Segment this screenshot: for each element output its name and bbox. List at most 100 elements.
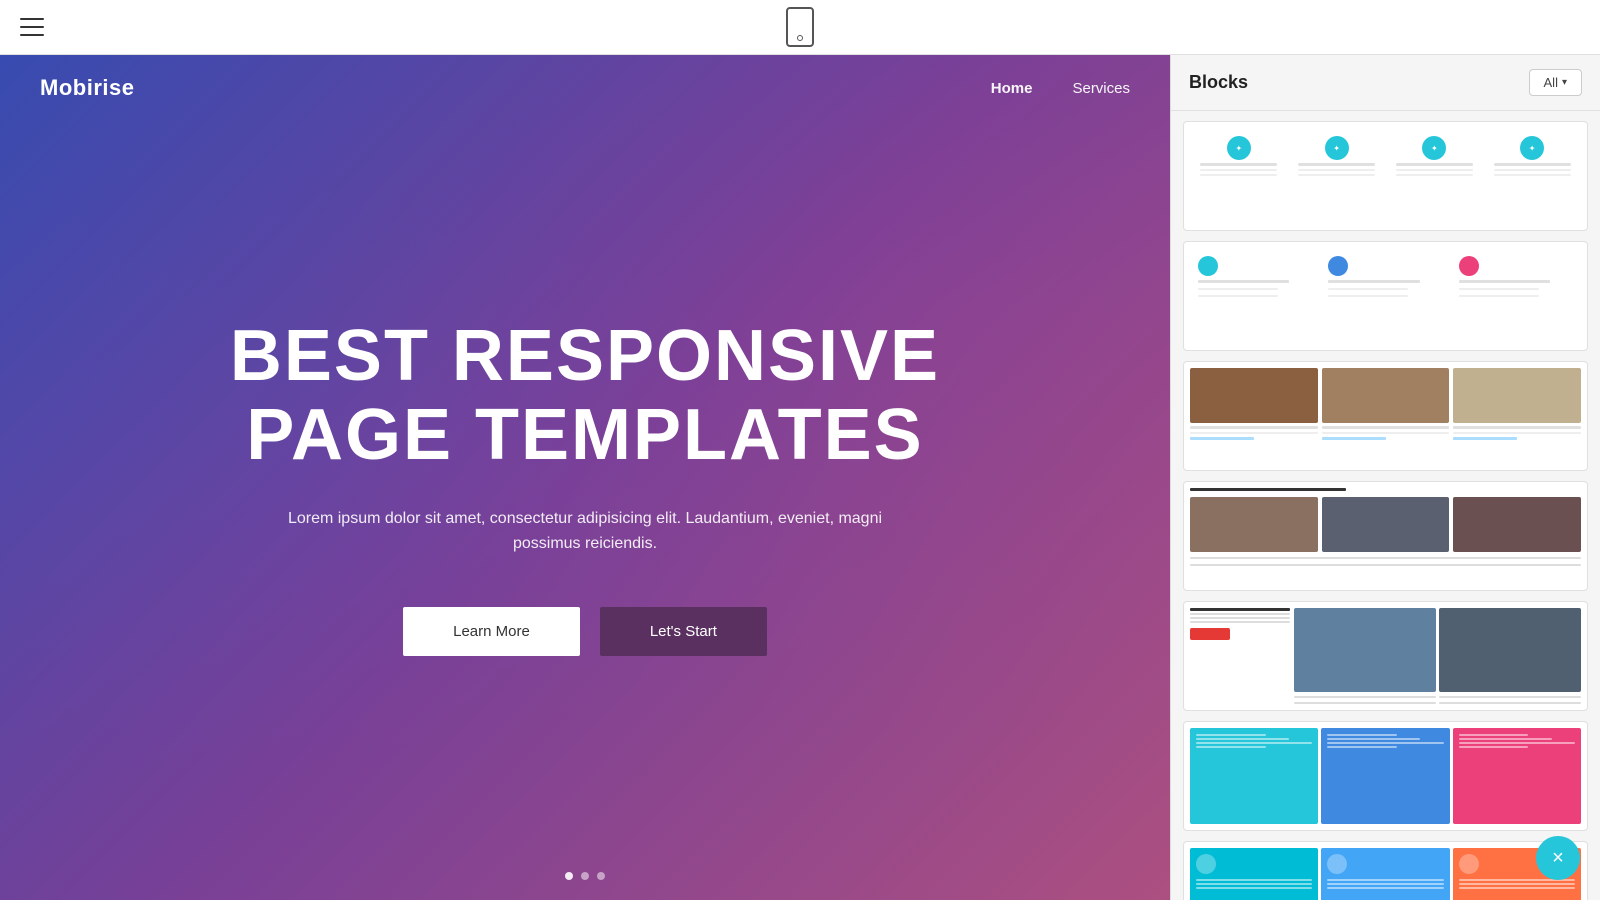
- bc7-col1: [1190, 848, 1318, 900]
- bc7-l9: [1459, 887, 1575, 889]
- bc6-l10: [1459, 738, 1552, 740]
- bc7-l1: [1196, 879, 1312, 881]
- toolbar: [0, 0, 1600, 55]
- bc6-col1: [1190, 728, 1318, 824]
- hero-section: Mobirise Home Services BEST RESPONSIVE P…: [0, 55, 1170, 900]
- toolbar-left: [20, 18, 44, 36]
- bc6-l5: [1327, 734, 1397, 736]
- hamburger-menu-icon[interactable]: [20, 18, 44, 36]
- block-card-news[interactable]: [1183, 601, 1588, 711]
- block-preview-3: [1184, 362, 1587, 470]
- bc1-icon2: [1325, 136, 1349, 160]
- bc6-l8: [1327, 746, 1397, 748]
- sidebar: Blocks All: [1170, 55, 1600, 900]
- nav-link-services[interactable]: Services: [1072, 80, 1130, 97]
- bc2-line4: [1328, 280, 1419, 283]
- bc2-line1: [1198, 280, 1289, 283]
- hero-nav: Mobirise Home Services: [0, 55, 1170, 121]
- bc2-col3: [1453, 250, 1579, 342]
- bc2-line3: [1198, 295, 1278, 297]
- bc1-line8: [1396, 169, 1473, 171]
- bc1-col3: [1388, 130, 1482, 222]
- bc3-card2: [1322, 368, 1450, 440]
- dot-3[interactable]: [597, 872, 605, 880]
- bc2-dot2: [1328, 256, 1348, 276]
- bc1-line1: [1200, 163, 1277, 166]
- block-card-colorful-sections[interactable]: [1183, 841, 1588, 900]
- bc4-img3: [1453, 497, 1581, 552]
- bc2-dot1: [1198, 256, 1218, 276]
- bc7-l4: [1327, 879, 1443, 881]
- bc7-icon2: [1327, 854, 1347, 874]
- block-card-features-dots[interactable]: [1183, 241, 1588, 351]
- bc1-col1: [1192, 130, 1286, 222]
- bc6-l3: [1196, 742, 1312, 744]
- bc2-col2: [1322, 250, 1448, 342]
- filter-all-button[interactable]: All: [1529, 69, 1582, 96]
- bc1-line6: [1298, 174, 1375, 176]
- bc2-line7: [1459, 280, 1550, 283]
- block-card-colored-columns[interactable]: [1183, 721, 1588, 831]
- bc1-line2: [1200, 169, 1277, 171]
- bc7-col2: [1321, 848, 1449, 900]
- bc1-col2: [1290, 130, 1384, 222]
- bc6-l9: [1459, 734, 1529, 736]
- bc5-col2: [1439, 608, 1581, 704]
- nav-links: Home Services: [991, 80, 1130, 97]
- bc7-icon3: [1459, 854, 1479, 874]
- bc4-img1: [1190, 497, 1318, 552]
- bc5-right: [1294, 608, 1581, 704]
- bc3-card3: [1453, 368, 1581, 440]
- bc5-img2: [1439, 608, 1581, 692]
- bc6-l12: [1459, 746, 1529, 748]
- bc6-l7: [1327, 742, 1443, 744]
- bc6-l2: [1196, 738, 1289, 740]
- learn-more-button[interactable]: Learn More: [403, 607, 580, 656]
- dot-2[interactable]: [581, 872, 589, 880]
- bc1-line5: [1298, 169, 1375, 171]
- bc3-link2: [1322, 437, 1386, 440]
- bc6-col2: [1321, 728, 1449, 824]
- bc4-line1: [1190, 557, 1581, 559]
- dot-1[interactable]: [565, 872, 573, 880]
- block-preview-6: [1184, 722, 1587, 830]
- hero-content: BEST RESPONSIVE PAGE TEMPLATES Lorem ips…: [0, 121, 1170, 852]
- blocks-list[interactable]: [1171, 111, 1600, 900]
- bc2-line6: [1328, 295, 1408, 297]
- bc5-line2: [1190, 617, 1290, 619]
- bc2-line8: [1459, 288, 1539, 290]
- bc3-line5: [1453, 426, 1581, 429]
- bc7-l3: [1196, 887, 1312, 889]
- bc7-l6: [1327, 887, 1443, 889]
- block-card-image-cards[interactable]: [1183, 361, 1588, 471]
- block-card-blog[interactable]: [1183, 481, 1588, 591]
- bc1-line10: [1494, 163, 1571, 166]
- bc5-img1: [1294, 608, 1436, 692]
- bc5-col1: [1294, 608, 1436, 704]
- bc1-icon3: [1422, 136, 1446, 160]
- bc6-l1: [1196, 734, 1266, 736]
- bc3-line6: [1453, 432, 1581, 434]
- lets-start-button[interactable]: Let's Start: [600, 607, 767, 656]
- bc1-line4: [1298, 163, 1375, 166]
- block-card-features-icons[interactable]: [1183, 121, 1588, 231]
- bc3-link1: [1190, 437, 1254, 440]
- block-preview-4: [1184, 482, 1587, 590]
- bc4-header: [1190, 488, 1346, 491]
- bc2-col1: [1192, 250, 1318, 342]
- hero-title-line2: PAGE TEMPLATES: [246, 395, 923, 475]
- mobile-device-icon[interactable]: [786, 7, 814, 47]
- bc1-col4: [1485, 130, 1579, 222]
- bc1-line3: [1200, 174, 1277, 176]
- close-button[interactable]: ×: [1536, 836, 1580, 880]
- bc3-line1: [1190, 426, 1318, 429]
- toolbar-center: [786, 7, 814, 47]
- bc5-sub4: [1439, 702, 1581, 704]
- bc1-icon4: [1520, 136, 1544, 160]
- nav-link-home[interactable]: Home: [991, 80, 1033, 97]
- hero-title-line1: BEST RESPONSIVE: [230, 316, 940, 396]
- bc3-line4: [1322, 432, 1450, 434]
- bc7-l5: [1327, 883, 1443, 885]
- hero-subtitle: Lorem ipsum dolor sit amet, consectetur …: [255, 506, 915, 557]
- block-preview-2: [1184, 242, 1587, 350]
